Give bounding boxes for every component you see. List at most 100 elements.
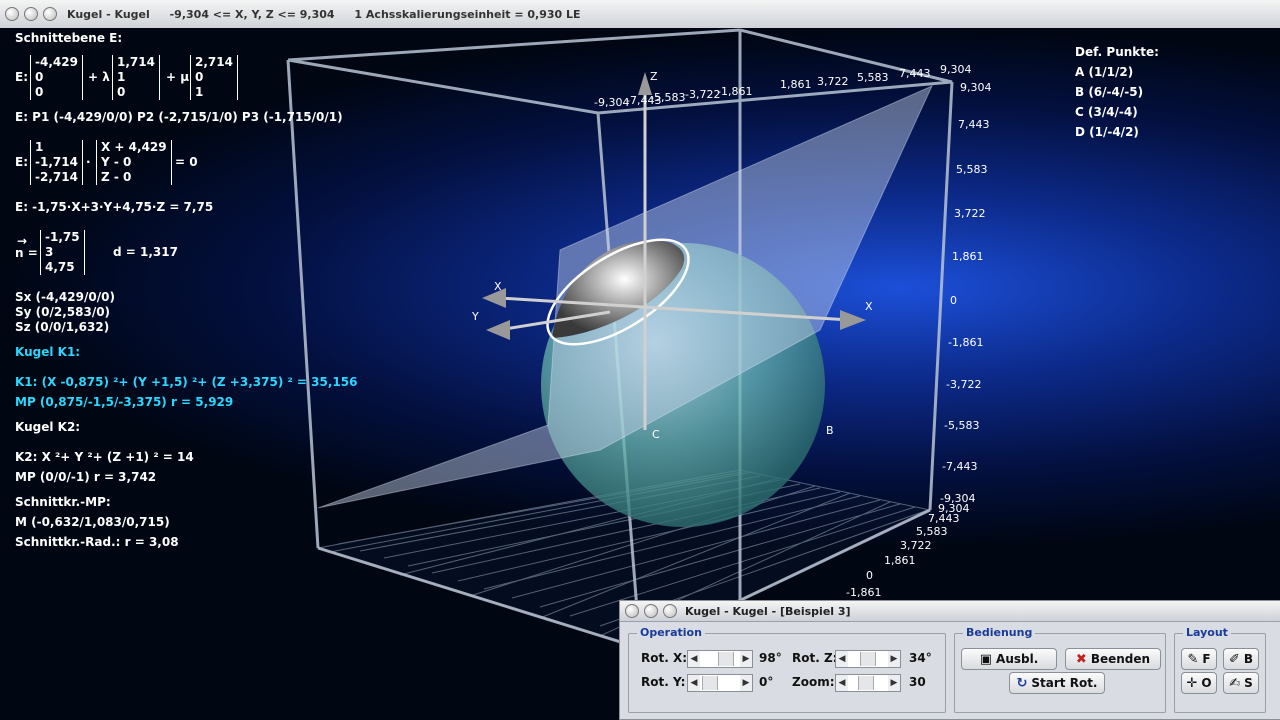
- bottom-tick: 0: [866, 569, 873, 582]
- slider-right-arrow-icon[interactable]: ▶: [888, 651, 900, 667]
- rotate-icon: ↻: [1016, 675, 1028, 691]
- right-tick: -5,583: [944, 419, 980, 432]
- nv-2: -2,714: [35, 170, 78, 184]
- right-tick: -1,861: [948, 336, 984, 349]
- bedienung-group: Bedienung ▣ Ausbl. ✖ Beenden ↻ Start Rot…: [954, 626, 1166, 713]
- def-points-heading: Def. Punkte:: [1075, 45, 1159, 59]
- exit-button[interactable]: ✖ Beenden: [1065, 648, 1161, 670]
- top-tick: 1,861: [780, 78, 812, 91]
- zoom-label: Zoom:: [792, 675, 835, 689]
- rot-y-slider[interactable]: ◀ ▶: [687, 674, 753, 692]
- exit-button-label: Beenden: [1090, 652, 1151, 666]
- k1-heading: Kugel K1:: [15, 345, 81, 359]
- circle-mp-heading: Schnittkr.-MP:: [15, 495, 111, 509]
- rot-z-value: 34°: [909, 651, 932, 665]
- right-tick: 0: [950, 294, 957, 307]
- layout-s-button[interactable]: ✍ S: [1223, 672, 1259, 694]
- plane-direction-vector-2: 2,714 0 1: [190, 55, 238, 100]
- n-0: -1,75: [45, 230, 80, 244]
- point-c-label: C: [652, 428, 660, 441]
- plus-lambda: + λ: [88, 70, 110, 84]
- k2-equation: K2: X ²+ Y ²+ (Z +1) ² = 14: [15, 450, 194, 464]
- axis-y-label: Y: [472, 310, 479, 323]
- close-x-icon: ✖: [1075, 651, 1087, 667]
- plane-e-prefix: E:: [15, 70, 28, 84]
- normal-e-prefix: E:: [15, 155, 28, 169]
- panel-minimize-icon[interactable]: [644, 604, 658, 618]
- rot-x-label: Rot. X:: [641, 651, 688, 665]
- window-title-scale: 1 Achsskalierungseinheit = 0,930 LE: [354, 7, 581, 21]
- brush-icon: ✎: [1187, 651, 1199, 667]
- start-rotation-button[interactable]: ↻ Start Rot.: [1009, 672, 1105, 694]
- maximize-circle-icon[interactable]: [43, 7, 57, 21]
- slider-left-arrow-icon[interactable]: ◀: [688, 651, 700, 667]
- rot-x-slider[interactable]: ◀ ▶: [687, 650, 753, 668]
- window-title-range: -9,304 <= X, Y, Z <= 9,304: [169, 7, 335, 21]
- hide-button-label: Ausbl.: [996, 652, 1039, 666]
- normal-form-vector: 1 -1,714 -2,714: [30, 140, 83, 185]
- xv-1: Y - 0: [101, 155, 132, 169]
- layout-f-label: F: [1202, 652, 1211, 666]
- m1-2: 0: [35, 85, 44, 99]
- right-tick: -3,722: [946, 378, 982, 391]
- def-point-a: A (1/1/2): [1075, 65, 1134, 79]
- m3-1: 0: [195, 70, 204, 84]
- minimize-circle-icon[interactable]: [24, 7, 38, 21]
- m2-0: 1,714: [117, 55, 155, 69]
- layout-f-button[interactable]: ✎ F: [1181, 648, 1217, 670]
- slider-thumb[interactable]: [860, 652, 876, 666]
- k1-equation: K1: (X -0,875) ²+ (Y +1,5) ²+ (Z +3,375)…: [15, 375, 358, 389]
- panel-close-icon[interactable]: [625, 604, 639, 618]
- m2-1: 1: [117, 70, 126, 84]
- m3-0: 2,714: [195, 55, 233, 69]
- normal-vector: -1,75 3 4,75: [40, 230, 85, 275]
- layout-group: Layout ✎ F ✐ B ✛ O ✍ S: [1174, 626, 1266, 713]
- slider-thumb[interactable]: [718, 652, 734, 666]
- axis-x-label: X: [865, 300, 873, 313]
- slider-right-arrow-icon[interactable]: ▶: [888, 675, 900, 691]
- k2-heading: Kugel K2:: [15, 420, 81, 434]
- paint-icon: ✍: [1229, 675, 1241, 691]
- rot-y-label: Rot. Y:: [641, 675, 686, 689]
- k1-midpoint: MP (0,875/-1,5/-3,375) r = 5,929: [15, 395, 234, 409]
- xv-2: Z - 0: [101, 170, 132, 184]
- zoom-slider[interactable]: ◀ ▶: [835, 674, 901, 692]
- slider-left-arrow-icon[interactable]: ◀: [836, 675, 848, 691]
- control-panel-window: Kugel - Kugel - [Beispiel 3] Operation R…: [619, 600, 1280, 720]
- start-rotation-label: Start Rot.: [1031, 676, 1098, 690]
- axis-z-label: Z: [650, 70, 658, 83]
- fill-icon: ✐: [1228, 651, 1240, 667]
- layout-s-label: S: [1244, 676, 1253, 690]
- hide-button[interactable]: ▣ Ausbl.: [961, 648, 1057, 670]
- window-title-bar: Kugel - Kugel -9,304 <= X, Y, Z <= 9,304…: [0, 0, 1280, 29]
- slider-left-arrow-icon[interactable]: ◀: [688, 675, 700, 691]
- top-tick: -1,861: [717, 85, 753, 98]
- rot-z-slider[interactable]: ◀ ▶: [835, 650, 901, 668]
- slider-right-arrow-icon[interactable]: ▶: [740, 651, 752, 667]
- circle-midpoint: M (-0,632/1,083/0,715): [15, 515, 170, 529]
- panel-maximize-icon[interactable]: [663, 604, 677, 618]
- normal-form-position: X + 4,429 Y - 0 Z - 0: [96, 140, 172, 185]
- m2-2: 0: [117, 85, 126, 99]
- slider-thumb[interactable]: [702, 676, 718, 690]
- layout-b-label: B: [1243, 652, 1254, 666]
- dot-operator: ·: [86, 155, 91, 169]
- close-circle-icon[interactable]: [5, 7, 19, 21]
- rot-y-value: 0°: [759, 675, 774, 689]
- rot-x-value: 98°: [759, 651, 782, 665]
- bottom-tick: 3,722: [900, 539, 932, 552]
- coordinate-equation: E: -1,75·X+3·Y+4,75·Z = 7,75: [15, 200, 214, 214]
- slider-thumb[interactable]: [858, 676, 874, 690]
- slider-left-arrow-icon[interactable]: ◀: [836, 651, 848, 667]
- window-title: Kugel - Kugel -9,304 <= X, Y, Z <= 9,304…: [67, 8, 597, 21]
- def-point-b: B (6/-4/-5): [1075, 85, 1144, 99]
- layout-o-button[interactable]: ✛ O: [1181, 672, 1217, 694]
- k2-midpoint: MP (0/0/-1) r = 3,742: [15, 470, 157, 484]
- layout-b-button[interactable]: ✐ B: [1223, 648, 1259, 670]
- right-tick: 5,583: [956, 163, 988, 176]
- trace-point-x: Sx (-4,429/0/0): [15, 290, 115, 304]
- nv-0: 1: [35, 140, 44, 154]
- n-1: 3: [45, 245, 54, 259]
- panel-title-bar: Kugel - Kugel - [Beispiel 3]: [620, 601, 1280, 622]
- slider-right-arrow-icon[interactable]: ▶: [740, 675, 752, 691]
